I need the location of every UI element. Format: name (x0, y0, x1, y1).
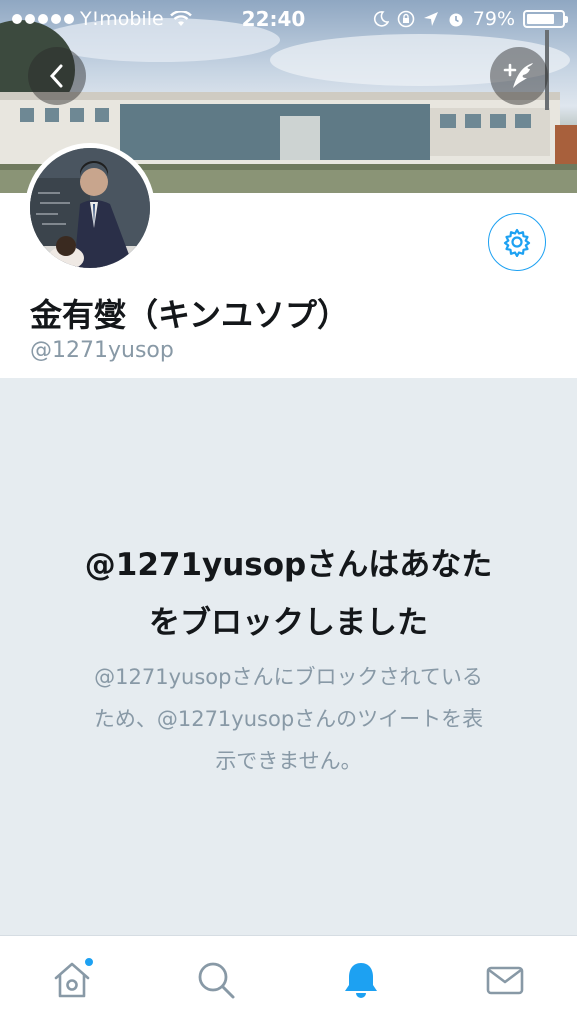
bell-icon (344, 963, 377, 998)
blocked-description-line: @1271yusopさんにブロックされている (94, 665, 483, 689)
carrier-name: Y!mobile (80, 8, 164, 30)
back-button[interactable] (28, 47, 86, 105)
signal-strength-icon (12, 14, 74, 24)
profile-settings-button[interactable] (488, 213, 546, 271)
wifi-icon (169, 11, 192, 26)
blocked-title-line: をブロックしました (149, 605, 428, 641)
mail-icon (486, 966, 524, 995)
battery-percent: 79% (472, 8, 515, 30)
location-arrow-icon (423, 12, 438, 26)
bottom-tab-bar (0, 935, 577, 1024)
home-notification-dot (83, 956, 96, 968)
blocked-title-line: @1271yusopさんはあなた (84, 547, 493, 583)
chevron-left-icon (49, 64, 63, 88)
alarm-icon (449, 13, 463, 27)
gear-icon (503, 228, 531, 257)
battery-icon (523, 10, 568, 28)
blocked-title: @1271yusopさんはあなた をブロックしました (40, 536, 537, 652)
compose-feather-icon (503, 63, 533, 88)
search-icon (198, 962, 235, 999)
profile-handle: @1271yusop (30, 338, 174, 363)
tab-search[interactable] (176, 940, 256, 1020)
moon-icon (373, 11, 389, 27)
compose-tweet-button[interactable] (490, 47, 548, 105)
blocked-notice-panel: @1271yusopさんはあなた をブロックしました @1271yusopさんに… (0, 378, 577, 935)
rotation-lock-icon (397, 10, 415, 28)
blocked-description-line: ため、@1271yusopさんのツイートを表 (93, 707, 484, 731)
blocked-description-line: 示できません。 (215, 749, 362, 773)
blocked-description: @1271yusopさんにブロックされている ため、@1271yusopさんのツ… (50, 656, 527, 782)
avatar[interactable] (25, 143, 155, 273)
tab-home[interactable] (32, 940, 112, 1020)
status-bar: Y!mobile 22:40 79% (0, 0, 577, 38)
tab-notifications[interactable] (321, 940, 401, 1020)
clock: 22:40 (241, 7, 306, 31)
profile-display-name: 金有燮（キンユソプ） (30, 296, 350, 334)
tab-messages[interactable] (465, 940, 545, 1020)
avatar-image (30, 148, 150, 268)
